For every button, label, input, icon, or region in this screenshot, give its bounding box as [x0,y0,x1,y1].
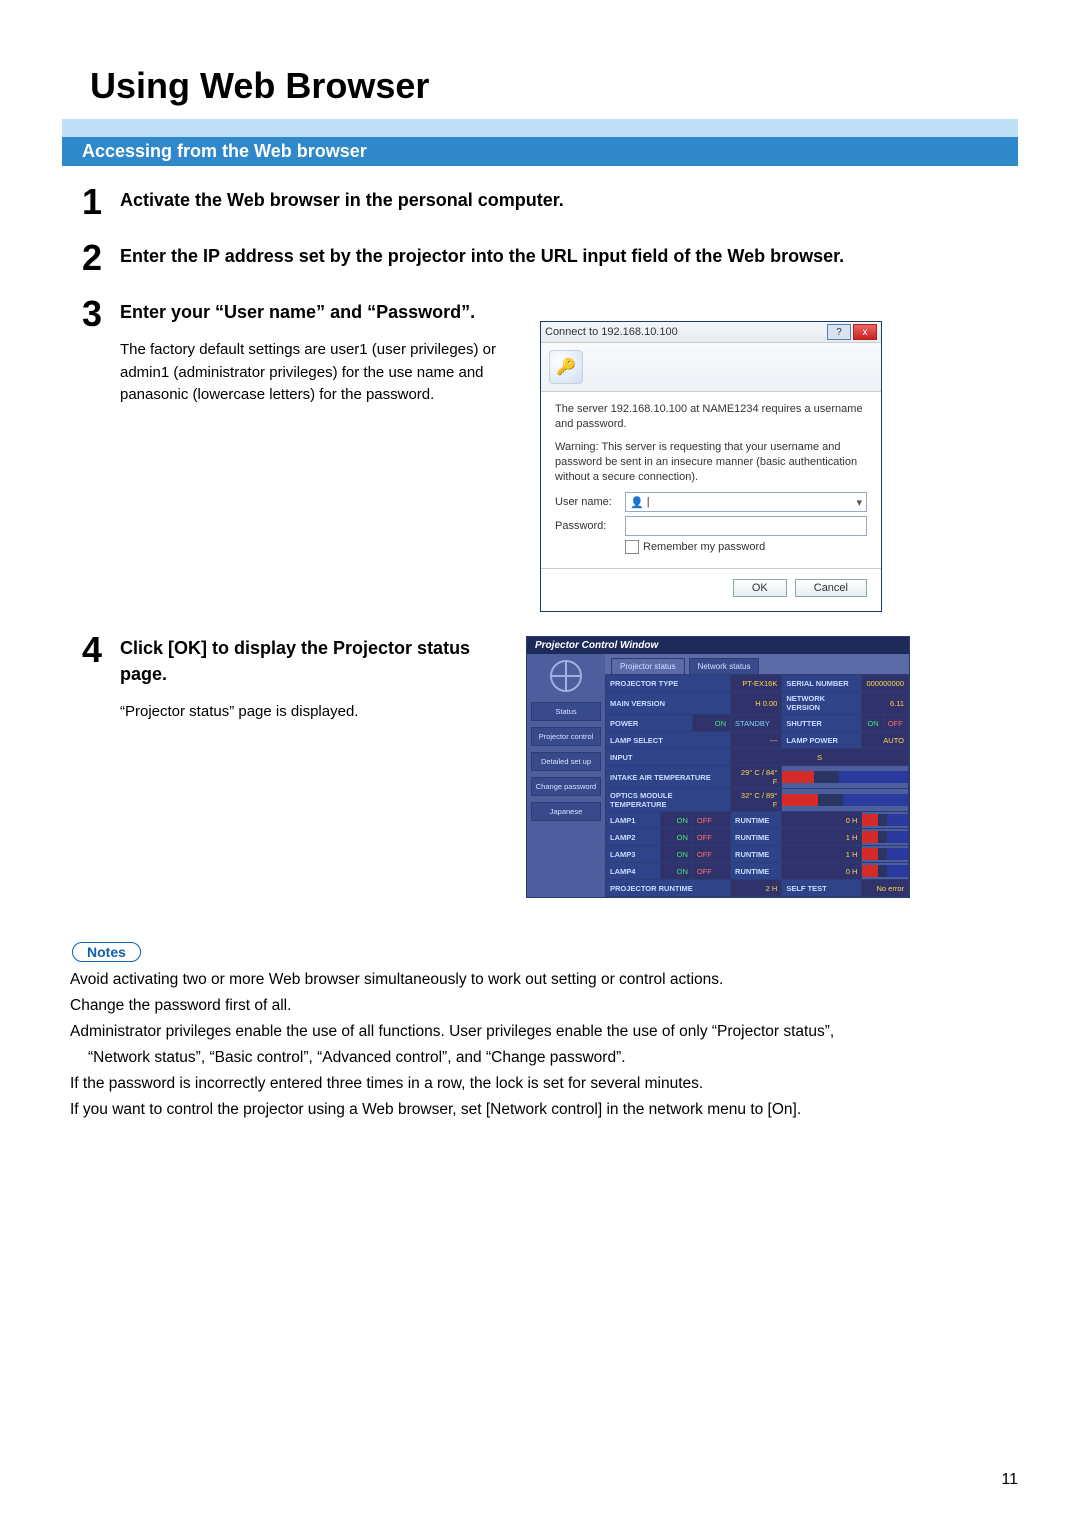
keys-icon: 🔑 [549,350,583,384]
row-optics-temp: OPTICS MODULE TEMPERATURE [606,789,731,812]
note-1: Avoid activating two or more Web browser… [70,968,1010,992]
help-icon[interactable]: ? [827,324,851,340]
row-lamp2: LAMP2 [606,829,661,846]
row-main-version: MAIN VERSION [606,692,731,715]
status-table: PROJECTOR TYPE PT-EX16K SERIAL NUMBER 00… [605,674,909,897]
cancel-button[interactable]: Cancel [795,579,867,597]
note-2: Change the password first of all. [70,994,1010,1018]
projector-control-window: Projector Control Window Status Projecto… [526,636,910,898]
row-intake-temp: INTAKE AIR TEMPERATURE [606,766,731,789]
row-projector-runtime: PROJECTOR RUNTIME [606,880,731,897]
step-4-detail: “Projector status” page is displayed. [120,701,510,724]
auth-msg-2: Warning: This server is requesting that … [555,440,867,485]
note-5: If you want to control the projector usi… [70,1098,1010,1122]
person-icon: 👤 [630,496,644,509]
row-lamp-select: LAMP SELECT [606,732,731,749]
step-1-title: Activate the Web browser in the personal… [120,188,998,213]
sidebar-item-status[interactable]: Status [531,702,601,721]
row-lamp3: LAMP3 [606,846,661,863]
password-label: Password: [555,520,625,532]
step-1: 1 Activate the Web browser in the person… [82,184,998,220]
remember-checkbox[interactable] [625,540,639,554]
step-3-detail: The factory default settings are user1 (… [120,339,510,407]
row-shutter: SHUTTER [782,715,862,732]
step-4-title: Click [OK] to display the Projector stat… [120,636,510,686]
step-2: 2 Enter the IP address set by the projec… [82,240,998,276]
row-lamp1: LAMP1 [606,812,661,829]
sidebar-item-detailed-setup[interactable]: Detailed set up [531,752,601,771]
row-lamp4: LAMP4 [606,863,661,880]
step-2-num: 2 [82,240,120,276]
note-3b: “Network status”, “Basic control”, “Adva… [70,1046,1010,1070]
step-4: 4 Click [OK] to display the Projector st… [82,632,998,898]
page-title: Using Web Browser [62,65,1018,107]
row-lamp-power: LAMP POWER [782,732,862,749]
target-icon [550,660,582,692]
notes-label: Notes [72,942,141,962]
row-serial: SERIAL NUMBER [782,675,862,692]
username-field[interactable]: 👤 | [625,492,867,512]
tab-network-status[interactable]: Network status [689,658,760,674]
sidebar-item-japanese[interactable]: Japanese [531,802,601,821]
auth-msg-1: The server 192.168.10.100 at NAME1234 re… [555,402,867,432]
section-heading: Accessing from the Web browser [62,137,1018,166]
sidebar-item-projector-control[interactable]: Projector control [531,727,601,746]
sidebar-item-change-password[interactable]: Change password [531,777,601,796]
password-field[interactable] [625,516,867,536]
row-input: INPUT [606,749,731,766]
step-3: 3 Enter your “User name” and “Password”.… [82,296,998,612]
row-projector-type: PROJECTOR TYPE [606,675,731,692]
notes-list: Avoid activating two or more Web browser… [62,968,1018,1122]
pcw-title: Projector Control Window [527,637,909,654]
step-1-num: 1 [82,184,120,220]
remember-label: Remember my password [643,541,765,553]
title-underline [62,119,1018,137]
step-2-title: Enter the IP address set by the projecto… [120,244,998,269]
tab-projector-status[interactable]: Projector status [611,658,685,674]
auth-dialog-title: Connect to 192.168.10.100 [545,326,678,338]
auth-dialog: Connect to 192.168.10.100 ? x 🔑 The serv… [540,321,882,612]
ok-button[interactable]: OK [733,579,787,597]
page-number: 11 [1001,1471,1018,1489]
row-selftest: SELF TEST [782,880,862,897]
note-3a: Administrator privileges enable the use … [70,1020,1010,1044]
close-icon[interactable]: x [853,324,877,340]
note-4: If the password is incorrectly entered t… [70,1072,1010,1096]
step-4-num: 4 [82,632,120,898]
row-power: POWER [606,715,693,732]
row-network-version: NETWORK VERSION [782,692,862,715]
username-label: User name: [555,496,625,508]
step-3-num: 3 [82,296,120,612]
